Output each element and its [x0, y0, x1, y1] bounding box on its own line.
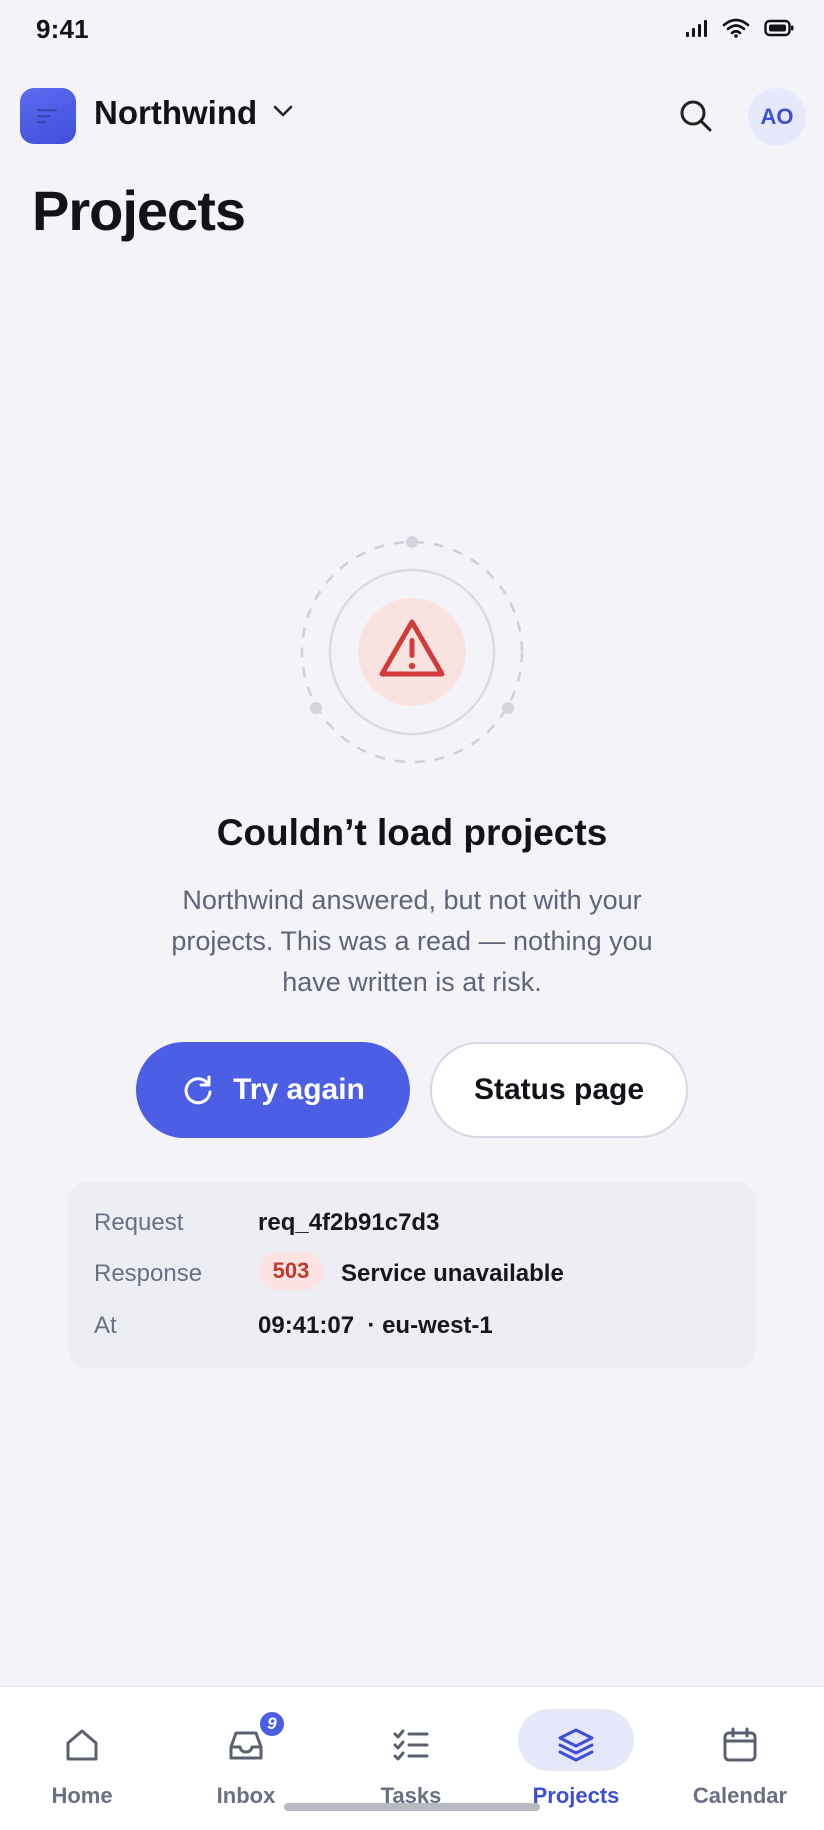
at-label: At	[94, 1312, 117, 1339]
error-title: Couldn’t load projects	[216, 812, 608, 853]
menu-lines-icon	[37, 109, 57, 124]
response-label: Response	[94, 1260, 203, 1287]
status-icons	[684, 18, 794, 38]
calendar-icon	[723, 1727, 757, 1762]
status-bar: 9:41	[0, 0, 824, 64]
error-illustration	[300, 536, 524, 764]
layers-icon	[558, 1728, 594, 1762]
app-header: Northwind AO	[0, 80, 824, 150]
avatar[interactable]: AO	[748, 88, 806, 146]
page-title: Projects	[32, 179, 246, 242]
tab-home[interactable]: Home	[0, 1687, 164, 1830]
error-details-card: Request req_4f2b91c7d3 Response 503 Serv…	[68, 1182, 756, 1368]
try-again-label: Try again	[233, 1073, 365, 1106]
home-indicator	[284, 1803, 540, 1811]
home-icon	[66, 1729, 98, 1761]
tab-calendar[interactable]: Calendar	[658, 1687, 822, 1830]
tab-home-label: Home	[51, 1783, 113, 1808]
tasks-icon	[393, 1729, 429, 1761]
search-button[interactable]	[676, 96, 716, 136]
cellular-signal-icon	[686, 20, 707, 37]
refresh-icon	[184, 1075, 212, 1105]
try-again-button[interactable]: Try again	[136, 1042, 410, 1138]
status-time: 9:41	[36, 14, 89, 44]
tab-calendar-label: Calendar	[692, 1783, 788, 1808]
timestamp-region: 09:41:07 · eu-west-1	[258, 1312, 493, 1339]
request-id[interactable]: req_4f2b91c7d3	[258, 1209, 439, 1237]
request-label: Request	[94, 1209, 184, 1236]
status-page-button[interactable]: Status page	[430, 1042, 688, 1138]
app-logo[interactable]	[20, 88, 76, 144]
search-icon	[680, 100, 712, 132]
status-code-badge: 503	[258, 1252, 324, 1290]
error-message: Northwind answered, but not with your pr…	[171, 885, 653, 997]
wifi-icon	[722, 18, 750, 38]
status-page-label: Status page	[473, 1073, 645, 1106]
inbox-count-badge: 9	[258, 1710, 286, 1738]
battery-icon	[764, 19, 794, 37]
projects-screen: 9:41 Northwind AO Projects Couldn’t load…	[0, 0, 824, 1830]
chevron-down-icon[interactable]	[272, 104, 294, 118]
workspace-name[interactable]: Northwind	[94, 94, 257, 132]
response-message: Service unavailable	[341, 1260, 564, 1287]
